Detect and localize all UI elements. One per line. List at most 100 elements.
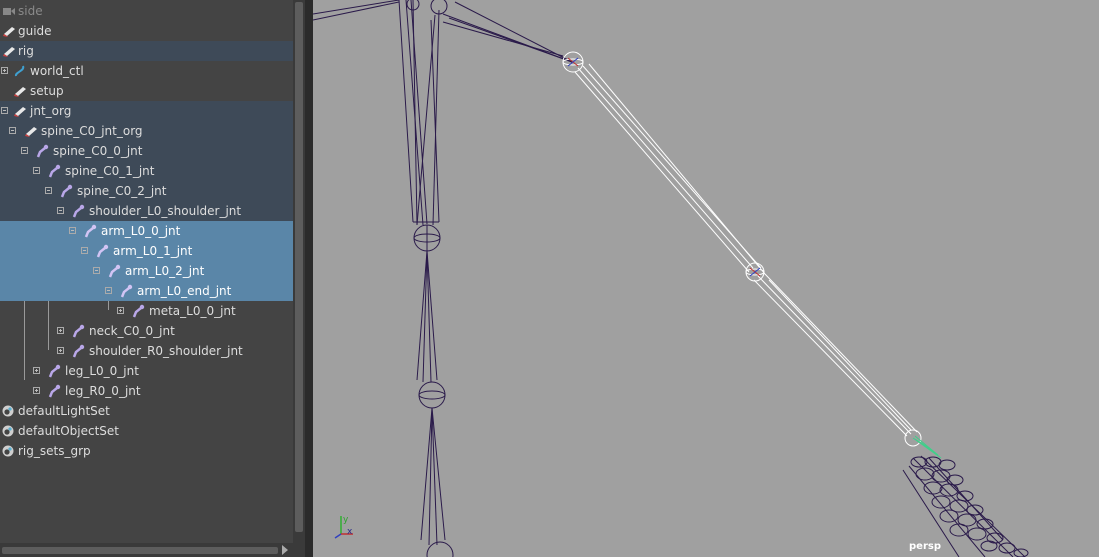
collapse-toggle[interactable] [45,187,52,194]
outliner-item-label: meta_L0_0_jnt [149,304,236,318]
outliner-panel: side guide rig world_ctl setup jnt_org s… [0,0,293,543]
collapse-toggle[interactable] [81,247,88,254]
joint-icon [72,344,85,358]
outliner-item-rig-sets-grp[interactable]: rig_sets_grp [0,441,293,461]
axis-gizmo: y x [334,515,353,539]
outliner-item-label: spine_C0_jnt_org [41,124,143,138]
collapse-toggle[interactable] [105,287,112,294]
selected-arm-chain [574,63,918,437]
outliner-item-label: jnt_org [30,104,72,118]
joint-icon [120,284,133,298]
outliner-item-shoulder-l0-shoulder-jnt[interactable]: shoulder_L0_shoulder_jnt [0,201,293,221]
horizontal-scrollbar-thumb[interactable] [2,547,278,554]
set-icon [2,425,14,437]
outliner-item-meta-l0-0-jnt[interactable]: meta_L0_0_jnt [0,301,293,321]
joint-icon [132,304,145,318]
expand-toggle[interactable] [33,387,40,394]
transform-group-icon [25,127,37,137]
viewport-scene: y x [313,0,1029,557]
outliner-item-label: guide [18,24,52,38]
outliner-item-default-object-set[interactable]: defaultObjectSet [0,421,293,441]
collapse-toggle[interactable] [93,267,100,274]
collapse-toggle[interactable] [69,227,76,234]
collapse-toggle[interactable] [9,127,16,134]
axis-y-label: y [343,515,349,525]
outliner-item-spine-c0-1-jnt[interactable]: spine_C0_1_jnt [0,161,293,181]
outliner-item-leg-l0-0-jnt[interactable]: leg_L0_0_jnt [0,361,293,381]
vertical-scrollbar-thumb[interactable] [295,2,303,532]
curve-icon [14,65,25,77]
outliner-item-world-ctl[interactable]: world_ctl [0,61,293,81]
joint-icon [84,224,97,238]
panel-splitter[interactable] [305,0,313,557]
outliner-item-label: world_ctl [30,64,84,78]
outliner-item-label: setup [30,84,64,98]
camera-icon [3,8,15,15]
outliner-item-label: spine_C0_1_jnt [65,164,155,178]
joint-icon [48,364,61,378]
outliner-item-neck-c0-0-jnt[interactable]: neck_C0_0_jnt [0,321,293,341]
joint-spheres [562,51,942,459]
outliner-item-label: shoulder_R0_shoulder_jnt [89,344,243,358]
outliner-item-arm-l0-1-jnt[interactable]: arm_L0_1_jnt [0,241,293,261]
expand-toggle[interactable] [117,307,124,314]
joint-icon [48,384,61,398]
transform-group-icon [3,27,15,37]
expand-toggle[interactable] [1,67,8,74]
outliner-item-label: defaultObjectSet [18,424,120,438]
outliner-item-label: arm_L0_2_jnt [125,264,205,278]
collapse-toggle[interactable] [1,107,8,114]
outliner-item-label: spine_C0_0_jnt [53,144,143,158]
outliner-item-label: side [18,4,43,18]
outliner-item-leg-r0-0-jnt[interactable]: leg_R0_0_jnt [0,381,293,401]
outliner-item-label: shoulder_L0_shoulder_jnt [89,204,242,218]
set-icon [2,445,14,457]
spine-leg-joints [313,0,573,557]
camera-name-label: persp [909,541,941,552]
collapse-toggle[interactable] [33,167,40,174]
expand-toggle[interactable] [57,347,64,354]
outliner-item-setup[interactable]: setup [0,81,293,101]
outliner-item-label: defaultLightSet [18,404,110,418]
outliner-item-label: neck_C0_0_jnt [89,324,175,338]
outliner-item-label: leg_R0_0_jnt [65,384,141,398]
scroll-right-arrow-icon[interactable] [282,545,288,555]
outliner-item-spine-c0-jnt-org[interactable]: spine_C0_jnt_org [0,121,293,141]
outliner-item-label: rig [18,44,34,58]
collapse-toggle[interactable] [21,147,28,154]
outliner-item-guide[interactable]: guide [0,21,293,41]
joint-icon [96,244,109,258]
outliner-item-spine-c0-2-jnt[interactable]: spine_C0_2_jnt [0,181,293,201]
joint-icon [48,164,61,178]
axis-x-label: x [347,527,353,537]
outliner-item-side[interactable]: side [0,1,293,21]
outliner-item-arm-l0-end-jnt[interactable]: arm_L0_end_jnt [0,281,293,301]
3d-viewport[interactable]: y x persp [313,0,1099,557]
expand-toggle[interactable] [57,327,64,334]
outliner-item-label: arm_L0_1_jnt [113,244,193,258]
outliner-item-label: leg_L0_0_jnt [65,364,139,378]
outliner-item-arm-l0-0-jnt[interactable]: arm_L0_0_jnt [0,221,293,241]
joint-icon [72,204,85,218]
joint-icon [72,324,85,338]
transform-group-icon [14,107,26,117]
set-icon [2,405,14,417]
outliner-item-jnt-org[interactable]: jnt_org [0,101,293,121]
outliner-item-label: rig_sets_grp [18,444,91,458]
outliner-item-label: arm_L0_0_jnt [101,224,181,238]
outliner-item-label: arm_L0_end_jnt [137,284,232,298]
outliner-item-default-light-set[interactable]: defaultLightSet [0,401,293,421]
joint-icon [36,144,49,158]
outliner-horizontal-scrollbar[interactable] [0,543,293,557]
outliner-item-shoulder-r0-shoulder-jnt[interactable]: shoulder_R0_shoulder_jnt [0,341,293,361]
outliner-item-spine-c0-0-jnt[interactable]: spine_C0_0_jnt [0,141,293,161]
outliner-item-arm-l0-2-jnt[interactable]: arm_L0_2_jnt [0,261,293,281]
outliner-item-label: spine_C0_2_jnt [77,184,167,198]
transform-group-icon [3,47,15,57]
collapse-toggle[interactable] [57,207,64,214]
expand-toggle[interactable] [33,367,40,374]
joint-icon [60,184,73,198]
outliner-item-rig[interactable]: rig [0,41,293,61]
joint-icon [108,264,121,278]
transform-group-icon [14,87,26,97]
